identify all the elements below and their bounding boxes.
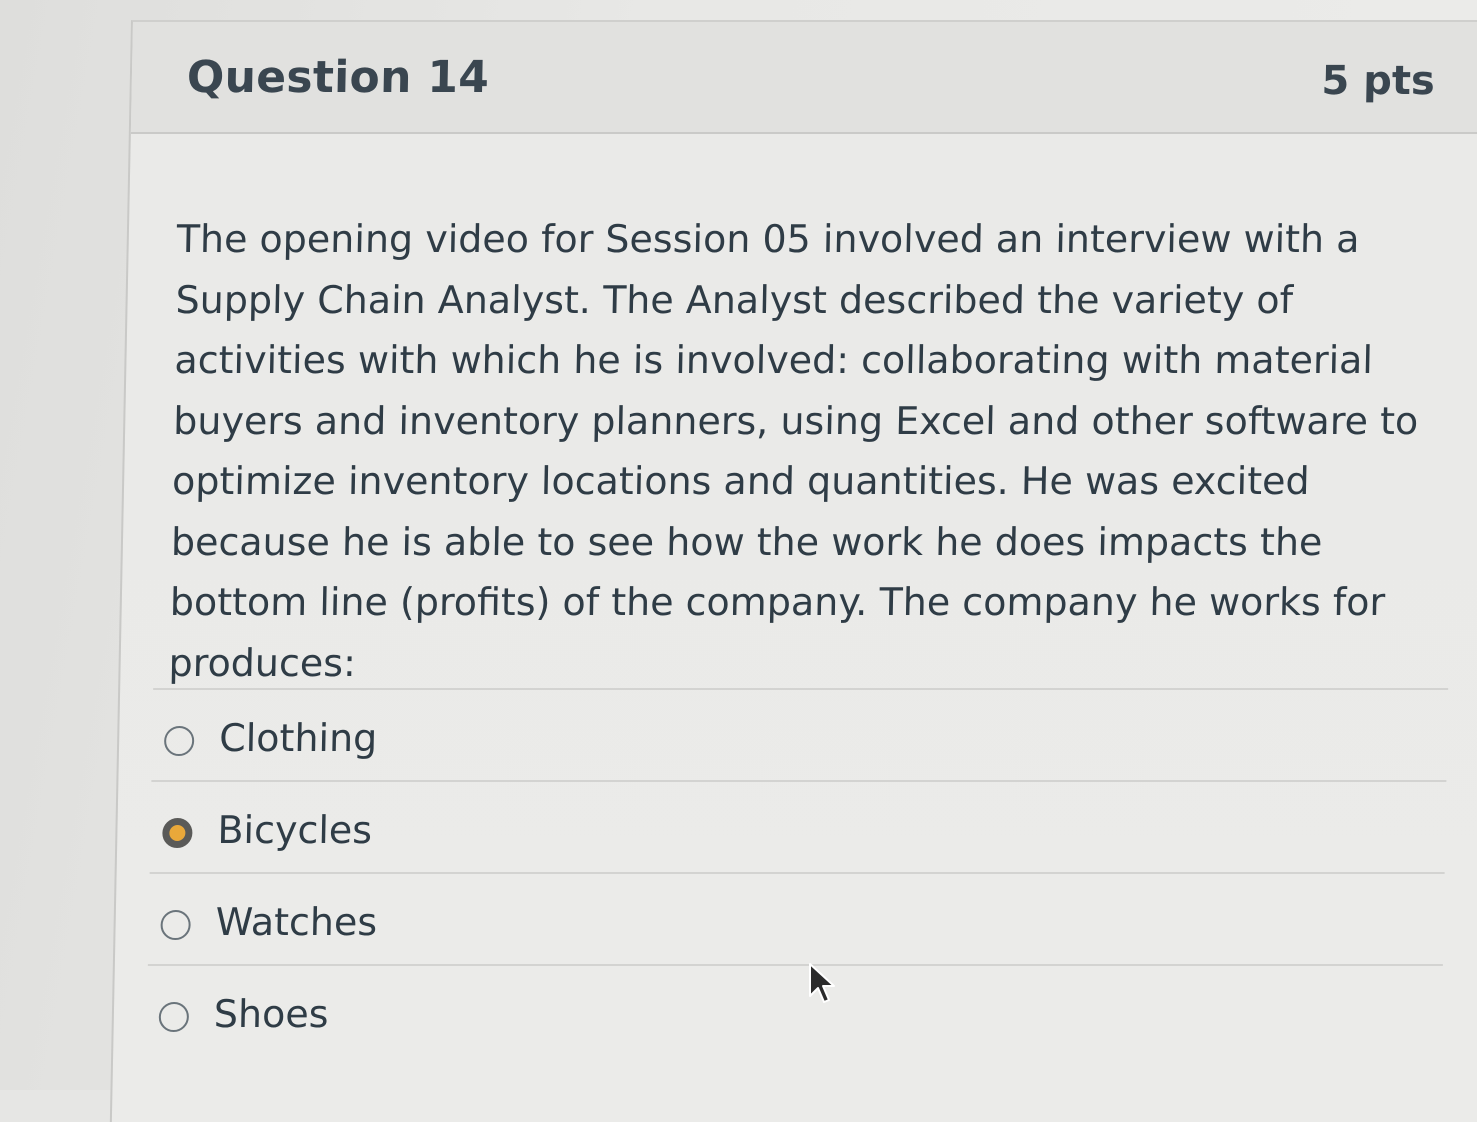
answer-label[interactable]: Watches	[215, 900, 377, 944]
question-header: Question 14 5 pts	[130, 22, 1477, 134]
radio-button-selected-icon[interactable]	[162, 818, 193, 848]
answer-option-watches[interactable]: Watches	[147, 872, 1445, 964]
answer-option-clothing[interactable]: Clothing	[151, 688, 1449, 780]
question-title: Question 14	[186, 52, 490, 103]
radio-button-icon[interactable]	[163, 726, 195, 756]
radio-button-icon[interactable]	[160, 910, 191, 940]
question-text: The opening video for Session 05 involve…	[168, 217, 1419, 685]
answer-option-shoes[interactable]: Shoes	[146, 964, 1443, 1056]
mouse-pointer-icon	[809, 963, 835, 1003]
answer-label[interactable]: Clothing	[219, 716, 378, 760]
question-points: 5 pts	[1321, 58, 1436, 104]
answer-option-bicycles[interactable]: Bicycles	[149, 780, 1447, 872]
question-card: Question 14 5 pts The opening video for …	[109, 20, 1477, 1122]
answer-label[interactable]: Bicycles	[217, 808, 372, 852]
answer-label[interactable]: Shoes	[213, 992, 328, 1036]
answer-list: Clothing Bicycles Watches Shoes	[146, 688, 1449, 1056]
radio-button-icon[interactable]	[158, 1002, 190, 1032]
